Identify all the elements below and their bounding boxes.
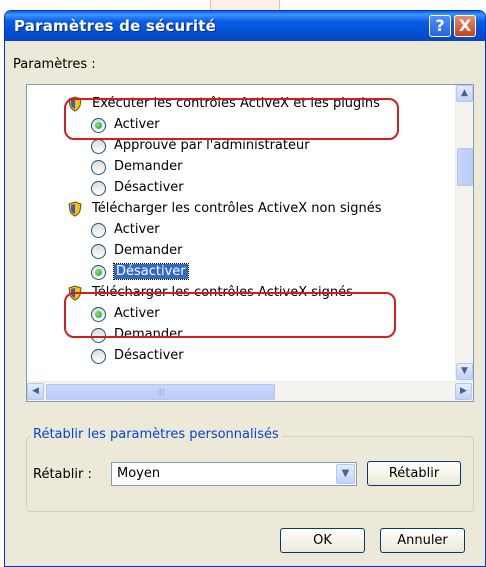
settings-option-label: Désactiver: [114, 180, 184, 195]
ok-button[interactable]: OK: [280, 528, 365, 553]
help-button[interactable]: ?: [429, 15, 451, 37]
reset-label: Rétablir :: [33, 467, 92, 482]
settings-option[interactable]: Désactiver: [91, 178, 184, 198]
scroll-up-icon[interactable]: ▲: [456, 85, 473, 102]
settings-group-label: Télécharger les contrôles ActiveX non si…: [92, 201, 382, 216]
horizontal-scroll-thumb[interactable]: |||: [46, 384, 275, 400]
settings-option[interactable]: Activer: [91, 220, 160, 240]
settings-group[interactable]: Télécharger les contrôles ActiveX non si…: [67, 199, 381, 219]
radio-unchecked-icon[interactable]: [91, 349, 106, 364]
radio-unchecked-icon[interactable]: [91, 244, 106, 259]
grip-icon: |||: [157, 388, 165, 396]
radio-unchecked-icon[interactable]: [91, 181, 106, 196]
reset-level-value: Moyen: [117, 466, 161, 481]
radio-unchecked-icon[interactable]: [91, 160, 106, 175]
shield-icon: [67, 201, 83, 217]
scroll-down-icon[interactable]: ▼: [456, 363, 473, 380]
title-bar[interactable]: Paramètres de sécurité ? X: [5, 11, 485, 41]
settings-option-label: Désactiver: [113, 263, 189, 280]
radio-unchecked-icon[interactable]: [91, 223, 106, 238]
radio-unchecked-icon[interactable]: [91, 139, 106, 154]
reset-level-select[interactable]: Moyen ▼: [111, 462, 357, 486]
vertical-scrollbar[interactable]: ▲ ▼: [455, 85, 473, 381]
chevron-down-icon[interactable]: ▼: [336, 464, 355, 484]
scroll-right-icon[interactable]: ▶: [455, 383, 472, 400]
settings-option-label: Demander: [114, 243, 183, 258]
settings-option-label: Désactiver: [114, 348, 184, 363]
settings-label: Paramètres :: [13, 57, 96, 72]
annotation-outline-signed-activex: [64, 292, 396, 338]
settings-option-label: Demander: [114, 159, 183, 174]
settings-option[interactable]: Désactiver: [91, 346, 184, 366]
settings-option-label: Activer: [114, 222, 160, 237]
settings-option[interactable]: Demander: [91, 241, 182, 261]
scroll-left-icon[interactable]: ◀: [27, 383, 44, 400]
reset-button[interactable]: Rétablir: [367, 461, 461, 486]
annotation-outline-run-activex: [64, 98, 399, 140]
settings-option[interactable]: Demander: [91, 157, 182, 177]
settings-option-label: Approuvé par l'administrateur: [114, 138, 310, 153]
dialog-title: Paramètres de sécurité: [14, 17, 217, 35]
reset-group-label: Rétablir les paramètres personnalisés: [30, 427, 282, 442]
cancel-button[interactable]: Annuler: [380, 528, 465, 553]
radio-checked-icon[interactable]: [91, 265, 106, 280]
settings-option[interactable]: Désactiver: [91, 262, 189, 282]
close-button[interactable]: X: [454, 15, 476, 37]
vertical-scroll-thumb[interactable]: [457, 148, 473, 186]
horizontal-scrollbar[interactable]: ◀ ||| ▶: [27, 381, 473, 401]
